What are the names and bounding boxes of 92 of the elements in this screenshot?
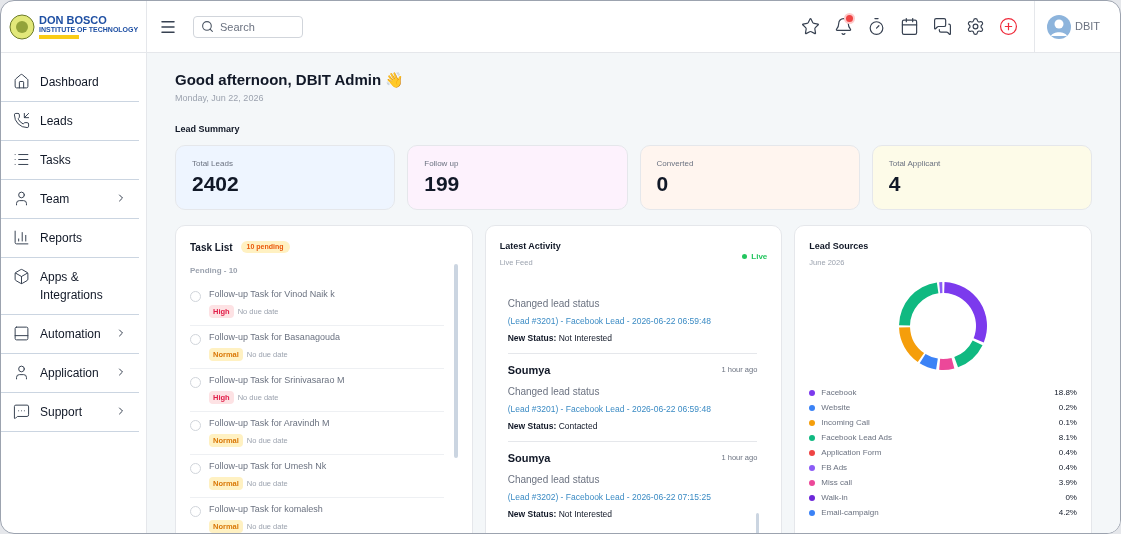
sidebar-label: Team [40,191,71,208]
card-label: Converted [656,157,695,170]
search-icon [201,20,214,33]
box-icon [13,268,30,285]
legend-value: 0.2% [1058,401,1077,414]
sidebar-label: Automation [40,326,102,343]
logo-ribbon [39,34,79,39]
star-icon[interactable] [800,17,820,36]
task-title: Follow-up Task for komalesh [209,502,323,516]
card-title: Task List [190,240,233,255]
legend-value: 0.4% [1058,446,1077,459]
legend-value: 0.1% [1058,416,1077,429]
legend-value: 18.8% [1054,386,1077,399]
task-title: Follow-up Task for Srinivasarao M [209,373,345,387]
list-icon [13,151,30,168]
task-title: Follow-up Task for Aravindh M [209,416,330,430]
card-label: Total Applicant [888,157,942,170]
card-label: Total Leads [192,157,234,170]
legend-label: Application Form [821,446,883,459]
greeting-date: Monday, Jun 22, 2026 [175,91,265,105]
sidebar-label: Apps & Integrations [40,269,104,304]
task-title: Follow-up Task for Basanagouda [209,330,340,344]
sidebar-label: Tasks [40,152,72,169]
add-circle-icon[interactable] [998,17,1018,36]
activity-status: New Status: Not Interested [507,508,614,521]
activity-user: Soumya [507,450,551,466]
legend-label: FB Ads [821,461,849,474]
user-icon [13,190,30,207]
sidebar-item[interactable]: Dashboard [1,63,139,102]
avatar-icon[interactable] [1046,14,1071,39]
legend-label: Walk-in [821,491,849,504]
home-icon [13,73,30,90]
task-title: Follow-up Task for Vinod Naik k [209,287,335,301]
legend-label: Miss call [821,476,853,489]
logo-title: DON BOSCO [39,14,108,26]
card-value: 0 [656,170,670,197]
section-title: Lead Summary [175,123,241,136]
lead-link[interactable]: (Lead #3202) - Facebook Lead - 2026-06-22 07:15:25 [507,491,758,504]
legend-value: 3.9% [1058,476,1077,489]
card-value: 2402 [192,170,240,197]
card-title: Lead Sources [809,239,870,253]
activity-action: Changed lead status [507,297,601,312]
lead-link[interactable]: (Lead #3201) - Facebook Lead - 2026-06-22 06:59:48 [507,315,758,328]
chat-icon[interactable] [932,17,952,36]
sidebar-item[interactable]: Apps & Integrations [1,258,139,315]
sidebar-item[interactable]: Tasks [1,141,139,180]
legend-label: Incoming Call [821,416,871,429]
activity-action: Changed lead status [507,473,601,488]
activity-action: Changed lead status [507,385,601,400]
sidebar-item[interactable]: Reports [1,219,139,258]
sidebar-item[interactable]: Automation [1,315,139,354]
lead-link[interactable]: (Lead #3201) - Facebook Lead - 2026-06-22 06:59:48 [507,403,758,416]
sidebar-label: Reports [40,230,84,247]
chat-icon [13,403,30,420]
bar-chart-icon [13,229,30,246]
sidebar-item[interactable]: Support [1,393,139,432]
panel-icon [13,325,30,342]
bell-icon[interactable] [833,17,853,36]
card-value: 199 [424,170,461,197]
scrollbar [756,512,760,533]
sidebar-label: Leads [40,113,74,130]
legend-value: 4.2% [1058,506,1077,519]
legend-label: Facebook [821,386,858,399]
card-label: Follow up [424,157,460,170]
card-title: Latest Activity [499,239,561,253]
group-label: Pending - 10 [190,264,239,277]
card-value: 4 [888,170,902,197]
greeting-title: Good afternoon, DBIT Admin 👋 [175,70,406,90]
legend-value: 0.4% [1058,461,1077,474]
legend-value: 8.1% [1058,431,1077,444]
user-icon [13,364,30,381]
legend-value: 0% [1065,491,1077,504]
settings-icon[interactable] [965,17,985,36]
activity-user: Soumya [507,362,551,378]
activity-status: New Status: Not Interested [507,332,614,345]
emblem-icon [9,13,35,40]
sidebar-item[interactable]: Leads [1,102,139,141]
phone-icon [13,112,30,129]
legend-label: Website [821,401,852,414]
sidebar-label: Application [40,365,100,382]
live-label: Live [751,250,768,263]
sidebar-item[interactable]: Application [1,354,139,393]
sidebar-label: Support [40,404,84,421]
sidebar-label: Dashboard [40,74,100,91]
search-field[interactable]: Search [193,15,303,38]
calendar-icon[interactable] [899,17,919,36]
task-title: Follow-up Task for Umesh Nk [209,459,327,473]
user-name[interactable]: DBIT [1074,18,1100,35]
sidebar-item[interactable]: Team [1,180,139,219]
activity-status: New Status: Contacted [507,420,599,433]
legend-label: Facebook Lead Ads [821,431,894,444]
legend-label: Email-campaign [821,506,880,519]
